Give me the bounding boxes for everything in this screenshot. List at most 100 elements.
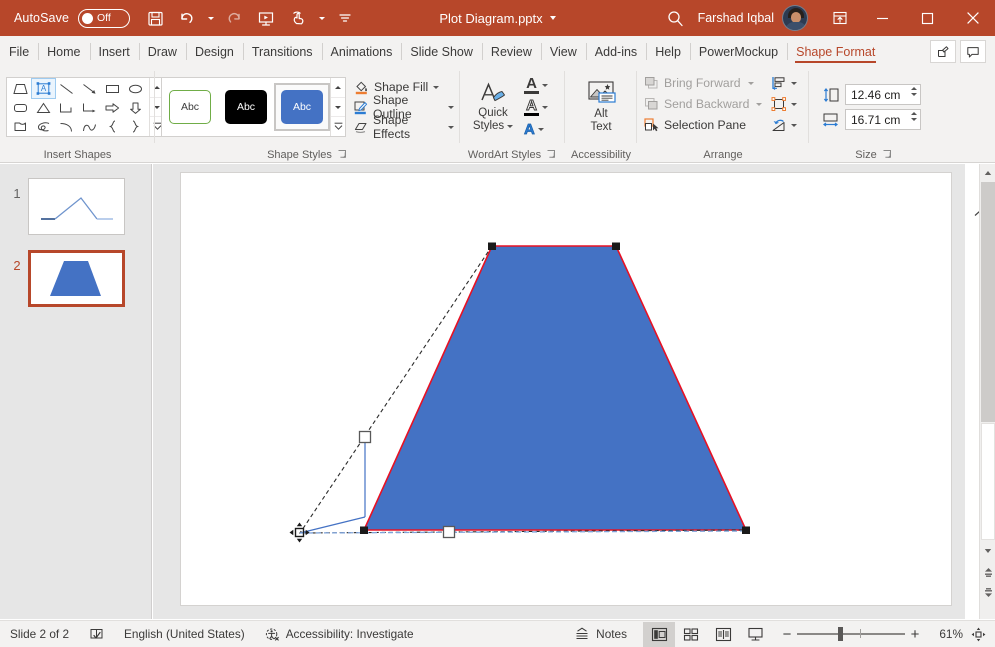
triangle-shape-icon[interactable] [32, 98, 55, 117]
text-outline-button[interactable]: A [524, 97, 548, 118]
rotate-objects-caret[interactable] [791, 124, 797, 127]
shapes-gallery[interactable]: A [6, 77, 165, 137]
quick-styles-caret[interactable] [507, 125, 513, 128]
alt-text-button[interactable]: Alt Text [574, 74, 628, 140]
vertex-bottom-right[interactable] [742, 527, 750, 535]
scroll-down-button[interactable] [980, 542, 995, 559]
scroll-up-button[interactable] [980, 164, 995, 181]
tab-shape-format[interactable]: Shape Format [787, 38, 884, 65]
shape-fill-caret[interactable] [433, 86, 439, 89]
minimize-button[interactable] [860, 0, 905, 36]
shape-styles-scroll-up-button[interactable] [331, 78, 345, 98]
tab-design[interactable]: Design [186, 38, 243, 65]
block-arrow-down-shape-icon[interactable] [124, 98, 147, 117]
tab-insert[interactable]: Insert [90, 38, 139, 65]
title-dropdown-caret[interactable] [550, 16, 556, 20]
slide-thumbnail-2[interactable]: 2 [6, 250, 125, 307]
pie-shape-icon[interactable] [9, 117, 32, 136]
zoom-slider-track[interactable] [797, 633, 905, 635]
tab-file[interactable]: File [0, 38, 38, 65]
comments-icon[interactable] [960, 40, 986, 63]
next-slide-button[interactable] [980, 584, 995, 601]
undo-dropdown-caret[interactable] [204, 4, 217, 32]
shape-styles-gallery[interactable]: Abc Abc Abc [161, 77, 346, 137]
slide-sorter-view-button[interactable] [675, 622, 707, 647]
shape-style-preset-3-selected[interactable]: Abc [276, 85, 328, 129]
slide-show-button[interactable] [739, 622, 771, 647]
share-icon[interactable] [930, 40, 956, 63]
scrollbar-thumb[interactable] [981, 182, 995, 422]
elbow-arrow-connector-shape-icon[interactable] [78, 98, 101, 117]
rounded-rectangle-shape-icon[interactable] [9, 98, 32, 117]
shape-width-spinner[interactable] [911, 112, 917, 121]
tab-view[interactable]: View [541, 38, 586, 65]
elbow-connector-shape-icon[interactable] [55, 98, 78, 117]
save-icon[interactable] [140, 4, 170, 32]
zoom-percent[interactable]: 61% [931, 627, 969, 641]
arrow-shape-icon[interactable] [78, 79, 101, 98]
text-outline-caret[interactable] [542, 106, 548, 109]
zoom-slider-handle[interactable] [838, 627, 843, 641]
text-fill-button[interactable]: A [524, 75, 548, 96]
spellcheck-button[interactable] [79, 621, 114, 647]
start-presentation-icon[interactable] [251, 4, 281, 32]
close-button[interactable] [950, 0, 995, 36]
avatar[interactable] [782, 5, 808, 31]
shape-style-preset-1[interactable]: Abc [164, 85, 216, 129]
scribble-shape-icon[interactable] [32, 117, 55, 136]
align-objects-button[interactable] [770, 73, 797, 93]
slide-2-preview-selected[interactable] [28, 250, 125, 307]
line-shape-icon[interactable] [55, 79, 78, 98]
tab-animations[interactable]: Animations [322, 38, 402, 65]
tab-slide-show[interactable]: Slide Show [401, 38, 482, 65]
quick-styles-button[interactable]: Quick Styles [466, 74, 520, 140]
size-dialog-launcher[interactable] [882, 149, 893, 160]
slide-thumbnail-1[interactable]: 1 [6, 178, 125, 235]
curve-shape-icon[interactable] [78, 117, 101, 136]
tab-help[interactable]: Help [646, 38, 690, 65]
slide-canvas[interactable] [180, 172, 952, 606]
arc-shape-icon[interactable] [55, 117, 78, 136]
slide-editing-area[interactable] [153, 164, 965, 619]
tab-powermockup[interactable]: PowerMockup [690, 38, 787, 65]
normal-view-button[interactable] [643, 622, 675, 647]
shape-height-spinner[interactable] [911, 87, 917, 96]
shape-effects-caret[interactable] [448, 126, 454, 129]
accessibility-button[interactable]: Accessibility: Investigate [255, 621, 424, 647]
zoom-in-button[interactable]: + [905, 627, 925, 642]
shape-styles-more-button[interactable] [331, 117, 345, 136]
group-objects-caret[interactable] [791, 103, 797, 106]
language-indicator[interactable]: English (United States) [114, 621, 255, 647]
vertex-top-left[interactable] [488, 243, 496, 251]
oval-shape-icon[interactable] [124, 79, 147, 98]
text-fill-caret[interactable] [542, 84, 548, 87]
shape-style-preset-2[interactable]: Abc [220, 85, 272, 129]
undo-icon[interactable] [172, 4, 202, 32]
tab-transitions[interactable]: Transitions [243, 38, 322, 65]
align-objects-caret[interactable] [791, 82, 797, 85]
shape-styles-scroll-down-button[interactable] [331, 98, 345, 118]
notes-button[interactable]: Notes [564, 621, 643, 647]
text-effects-button[interactable]: A [524, 119, 548, 140]
wordart-styles-dialog-launcher[interactable] [546, 149, 557, 160]
zoom-slider[interactable]: − + [771, 627, 931, 642]
trapezoid-shape[interactable] [364, 246, 746, 530]
touch-mode-icon[interactable] [283, 4, 313, 32]
group-objects-button[interactable] [770, 94, 797, 114]
vertical-scrollbar[interactable] [979, 164, 995, 619]
fit-slide-to-window-icon[interactable] [969, 627, 995, 642]
trapezoid-shape-icon[interactable] [9, 79, 32, 98]
shape-height-input[interactable]: 12.46 cm [845, 84, 921, 105]
slide-thumbnail-pane[interactable]: 1 2 [0, 164, 152, 619]
slide-1-preview[interactable] [28, 178, 125, 235]
rotate-objects-button[interactable] [770, 115, 797, 135]
scrollbar-track[interactable] [981, 423, 995, 540]
user-name[interactable]: Farshad Iqbal [698, 11, 774, 25]
shape-outline-caret[interactable] [448, 106, 454, 109]
left-brace-shape-icon[interactable] [101, 117, 124, 136]
shape-effects-button[interactable]: Shape Effects [353, 118, 454, 137]
shape-width-input[interactable]: 16.71 cm [845, 109, 921, 130]
control-handle-left[interactable] [360, 432, 371, 443]
right-brace-shape-icon[interactable] [124, 117, 147, 136]
text-effects-caret[interactable] [538, 128, 544, 131]
